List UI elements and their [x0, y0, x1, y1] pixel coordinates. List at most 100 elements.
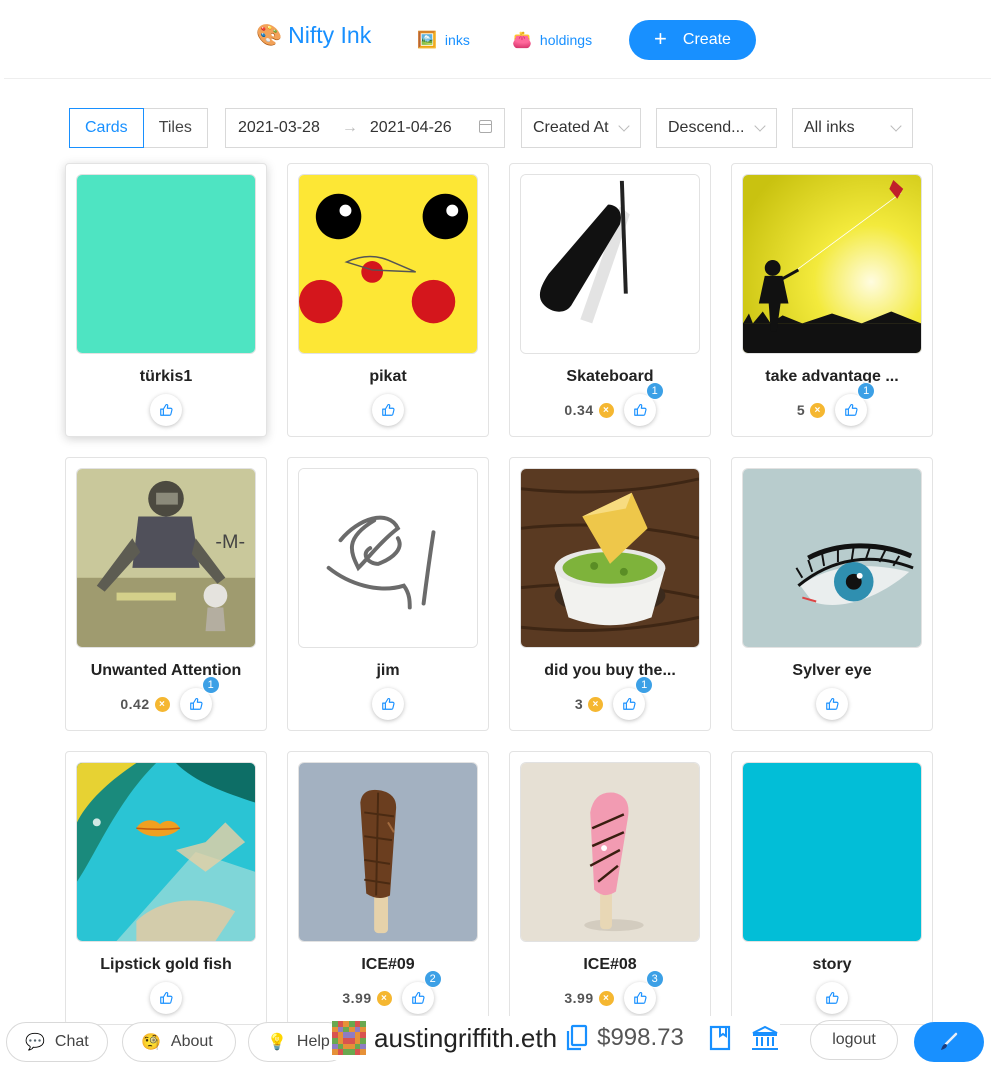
logout-button[interactable]: logout [810, 1020, 898, 1060]
like-button[interactable]: 1 [613, 676, 654, 720]
thumbs-up-icon [381, 697, 395, 711]
create-button[interactable]: + Create [629, 20, 756, 60]
light-bulb-icon: 💡 [267, 1034, 287, 1051]
sort-field-value: Created At [533, 119, 609, 136]
thumbs-up-icon [381, 403, 395, 417]
ink-title: ICE#08 [583, 956, 637, 973]
date-end[interactable]: 2021-04-26 [370, 119, 452, 137]
ink-artwork[interactable] [298, 762, 478, 942]
ink-artwork[interactable] [520, 468, 700, 648]
date-range-picker[interactable]: 2021-03-28 → 2021-04-26 [225, 108, 505, 148]
chevron-down-icon [618, 120, 630, 132]
ink-meta: 0.34 × 1 [510, 382, 710, 426]
copy-icon[interactable] [565, 1023, 589, 1053]
xdai-coin-icon: × [588, 696, 604, 712]
ink-meta: 3 × 1 [510, 676, 710, 720]
ink-artwork[interactable] [76, 174, 256, 354]
ink-card[interactable]: take advantage ... 5 × 1 [731, 163, 933, 437]
ink-artwork[interactable] [520, 762, 700, 942]
arrow-right-icon: → [341, 119, 358, 136]
like-button[interactable]: 1 [179, 676, 220, 720]
thumbs-up-icon [622, 697, 636, 711]
chevron-down-icon [754, 120, 766, 132]
ink-card[interactable]: türkis1 [65, 163, 267, 437]
ink-title: take advantage ... [765, 368, 899, 385]
account-panel: austingriffith.eth $998.73 [332, 1016, 780, 1060]
ink-title: ICE#09 [361, 956, 415, 973]
thumbs-up-icon [159, 403, 173, 417]
ink-card[interactable]: pikat [287, 163, 489, 437]
about-button[interactable]: 🧐 About [122, 1022, 236, 1062]
ink-filter-value: All inks [804, 119, 855, 136]
chat-label: Chat [54, 1033, 89, 1050]
like-count-badge: 1 [201, 676, 220, 694]
bank-icon[interactable] [750, 1024, 780, 1052]
account-name[interactable]: austingriffith.eth [374, 1023, 557, 1054]
ink-meta: 0.42 × 1 [66, 676, 266, 720]
ink-card[interactable]: did you buy the... 3 × 1 [509, 457, 711, 731]
avatar[interactable] [332, 1021, 366, 1055]
sort-order-select[interactable]: Descend... [656, 108, 777, 148]
nav-holdings-link[interactable]: 👛 holdings [512, 30, 592, 50]
ink-title: story [812, 956, 852, 973]
price: 0.42 × [120, 696, 170, 712]
ink-card[interactable]: -M- Unwanted Attention 0.42 × 1 [65, 457, 267, 731]
create-button-label: Create [682, 31, 731, 48]
app-logo[interactable]: 🎨 Nifty Ink [256, 22, 371, 49]
ink-artwork[interactable] [520, 174, 700, 354]
ink-card[interactable]: Sylver eye [731, 457, 933, 731]
nav-inks-link[interactable]: 🖼️ inks [417, 30, 470, 50]
ink-artwork[interactable] [298, 174, 478, 354]
chevron-down-icon [890, 120, 902, 132]
ink-artwork[interactable]: -M- [76, 468, 256, 648]
thumbs-up-icon [189, 697, 203, 711]
filter-bar: Cards Tiles 2021-03-28 → 2021-04-26 Crea… [0, 108, 995, 148]
like-button[interactable]: 1 [623, 382, 664, 426]
like-count-badge: 3 [645, 970, 664, 988]
monocle-face-icon: 🧐 [141, 1034, 161, 1051]
ink-title: Lipstick gold fish [100, 956, 232, 973]
ink-title: pikat [369, 368, 407, 385]
ink-artwork[interactable] [742, 468, 922, 648]
thumbs-up-icon [825, 697, 839, 711]
date-start[interactable]: 2021-03-28 [238, 119, 320, 137]
like-button[interactable] [150, 394, 182, 426]
price-value: 5 [796, 402, 806, 418]
like-count-badge: 2 [423, 970, 442, 988]
nav-inks-label: inks [444, 32, 470, 48]
sort-field-select[interactable]: Created At [521, 108, 641, 148]
ink-filter-select[interactable]: All inks [792, 108, 913, 148]
ink-artwork[interactable] [76, 762, 256, 942]
like-button[interactable] [372, 688, 404, 720]
like-count-badge: 1 [857, 382, 876, 400]
ink-meta [66, 394, 266, 426]
address-book-icon[interactable] [706, 1024, 734, 1052]
chat-button[interactable]: 💬 Chat [6, 1022, 108, 1062]
paintbrush-button[interactable] [914, 1022, 984, 1062]
price: 0.34 × [564, 402, 614, 418]
ink-card[interactable]: ICE#09 3.99 × 2 [287, 751, 489, 1025]
like-button[interactable]: 1 [835, 382, 876, 426]
like-button[interactable] [816, 688, 848, 720]
tiles-view-button[interactable]: Tiles [143, 108, 208, 148]
speech-bubble-icon: 💬 [25, 1034, 45, 1051]
ink-card[interactable]: ICE#08 3.99 × 3 [509, 751, 711, 1025]
xdai-coin-icon: × [598, 402, 614, 418]
thumbs-up-icon [844, 403, 858, 417]
ink-card[interactable]: story [731, 751, 933, 1025]
ink-artwork[interactable] [298, 468, 478, 648]
ink-meta [288, 394, 488, 426]
ink-card[interactable]: Skateboard 0.34 × 1 [509, 163, 711, 437]
price-value: 3 [574, 696, 584, 712]
ink-meta: 5 × 1 [732, 382, 932, 426]
wallet-balance[interactable]: $998.73 [597, 1024, 684, 1052]
ink-card[interactable]: jim [287, 457, 489, 731]
ink-artwork[interactable] [742, 762, 922, 942]
plus-icon: + [654, 26, 667, 51]
ink-card[interactable]: Lipstick gold fish [65, 751, 267, 1025]
cards-view-button[interactable]: Cards [69, 108, 144, 148]
like-button[interactable] [372, 394, 404, 426]
ink-title: türkis1 [139, 368, 193, 385]
price-value: 0.42 [120, 696, 150, 712]
ink-artwork[interactable] [742, 174, 922, 354]
